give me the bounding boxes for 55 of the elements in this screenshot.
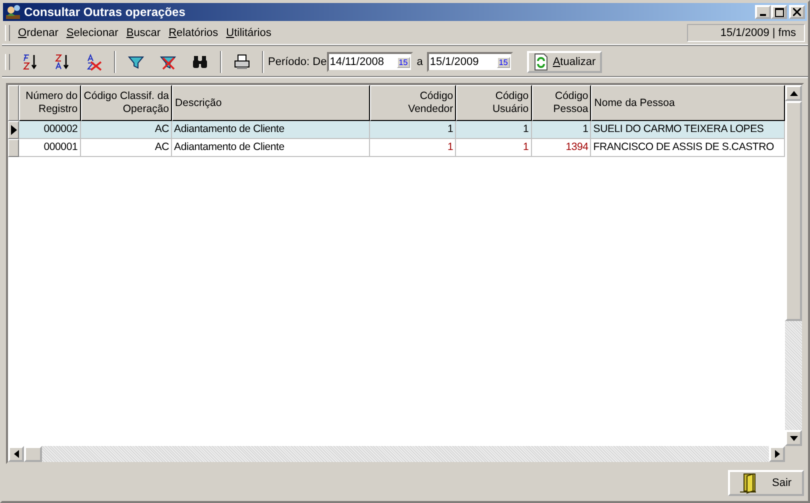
exit-button[interactable]: Sair bbox=[728, 470, 804, 496]
menu-item[interactable]: Relatórios bbox=[164, 27, 222, 39]
calendar-button[interactable]: 15 bbox=[496, 56, 510, 68]
scroll-left-icon[interactable] bbox=[14, 450, 18, 458]
window-title: Consultar Outras operações bbox=[24, 5, 186, 19]
table-cell: 1394 bbox=[532, 139, 592, 157]
table-cell: AC bbox=[80, 139, 172, 157]
row-pointer-icon bbox=[10, 125, 16, 135]
table-cell: 1 bbox=[370, 121, 456, 139]
table-cell: Adiantamento de Cliente bbox=[172, 139, 370, 157]
table-cell: AC bbox=[80, 121, 172, 139]
close-button[interactable] bbox=[789, 5, 805, 19]
scroll-thumb[interactable] bbox=[24, 446, 42, 462]
column-header[interactable]: Código Usuário bbox=[456, 85, 532, 121]
scroll-up-icon[interactable] bbox=[790, 90, 798, 96]
horizontal-scrollbar[interactable] bbox=[8, 446, 785, 462]
vertical-scrollbar[interactable] bbox=[785, 85, 802, 462]
menu-item[interactable]: Buscar bbox=[122, 27, 165, 39]
minimize-button[interactable] bbox=[755, 5, 771, 19]
refresh-icon bbox=[532, 53, 549, 71]
scroll-down-icon[interactable] bbox=[790, 436, 798, 440]
table-cell: 000002 bbox=[19, 121, 81, 139]
row-indicator[interactable] bbox=[8, 121, 19, 139]
person-icon bbox=[5, 4, 21, 20]
scroll-thumb[interactable] bbox=[785, 101, 802, 321]
scroll-right-icon[interactable] bbox=[774, 450, 780, 458]
date-from-field[interactable]: 14/11/2008 15 bbox=[326, 52, 413, 72]
table-cell: 1 bbox=[456, 139, 532, 157]
table-cell: SUELI DO CARMO TEIXERA LOPES bbox=[591, 121, 785, 139]
table-cell: 000001 bbox=[19, 139, 81, 157]
column-header[interactable]: Código Classif. da Operação bbox=[80, 85, 172, 121]
table-cell: FRANCISCO DE ASSIS DE S.CASTRO bbox=[591, 139, 785, 157]
column-header[interactable]: Código Vendedor bbox=[370, 85, 456, 121]
table-row[interactable]: 000002 AC Adiantamento de Cliente 1 1 1 SUELI DO CARMO TEIXERA LOPES bbox=[8, 121, 785, 139]
table-cell: 1 bbox=[532, 121, 592, 139]
calendar-button[interactable]: 15 bbox=[396, 56, 410, 68]
table-cell: 1 bbox=[456, 121, 532, 139]
table-row[interactable]: 000001 AC Adiantamento de Cliente 1 1 1394 FRANCISCO DE ASSIS DE S.CASTRO bbox=[8, 139, 785, 157]
column-header[interactable]: Código Pessoa bbox=[532, 85, 592, 121]
table-cell: Adiantamento de Cliente bbox=[172, 121, 370, 139]
refresh-button[interactable]: Atualizar bbox=[526, 51, 602, 73]
date-separator-label: a bbox=[416, 56, 423, 68]
menu-item[interactable]: Ordenar bbox=[14, 27, 62, 39]
menu-item[interactable]: Selecionar bbox=[62, 27, 122, 39]
menu-item[interactable]: Utilitários bbox=[222, 27, 276, 39]
maximize-icon bbox=[774, 8, 784, 16]
period-label: Período: De bbox=[268, 56, 327, 68]
column-header[interactable]: Descrição bbox=[172, 85, 370, 121]
table-cell: 1 bbox=[370, 139, 456, 157]
maximize-button[interactable] bbox=[771, 5, 787, 19]
column-header[interactable]: Número do Registro bbox=[19, 85, 81, 121]
date-to-field[interactable]: 15/1/2009 15 bbox=[426, 52, 513, 72]
close-icon bbox=[793, 8, 801, 16]
status-panel: 15/1/2009 | fms bbox=[687, 24, 805, 42]
column-header[interactable]: Nome da Pessoa bbox=[591, 85, 785, 121]
